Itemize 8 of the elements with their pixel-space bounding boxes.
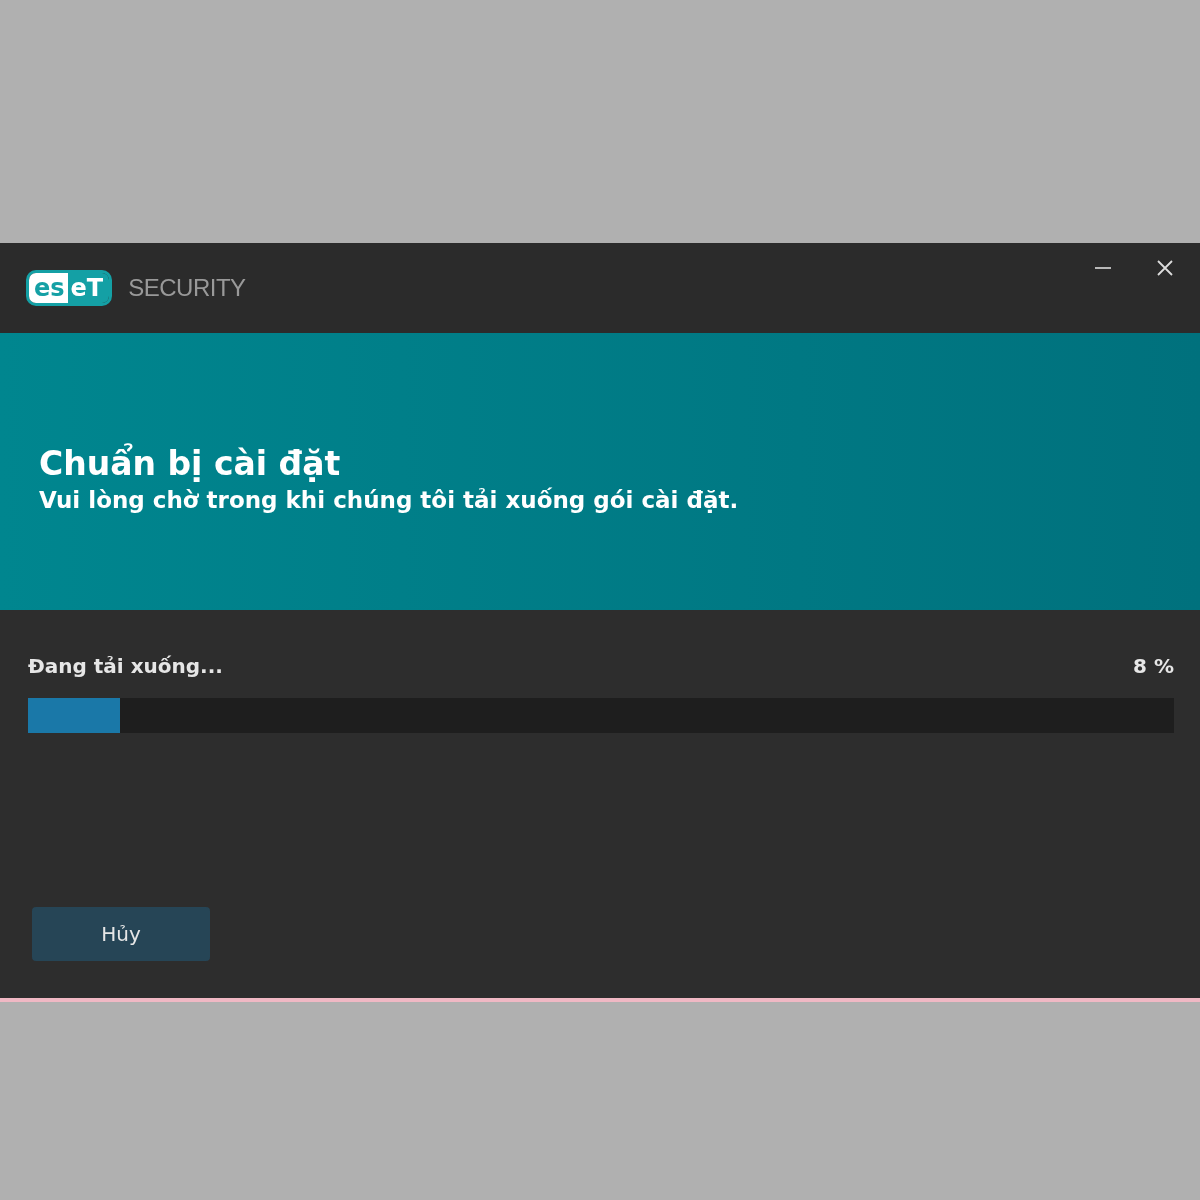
progress-percent: 8 % bbox=[1133, 654, 1174, 678]
progress-label: Đang tải xuống... bbox=[28, 654, 223, 678]
banner-subtitle: Vui lòng chờ trong khi chúng tôi tải xuống gói cài đặt. bbox=[39, 487, 740, 513]
close-icon[interactable] bbox=[1156, 259, 1174, 277]
product-name: SECURITY bbox=[128, 274, 246, 302]
banner-title: Chuẩn bị cài đặt bbox=[39, 444, 342, 483]
logo: es eT bbox=[26, 270, 113, 306]
cancel-button[interactable]: Hủy bbox=[32, 907, 210, 961]
